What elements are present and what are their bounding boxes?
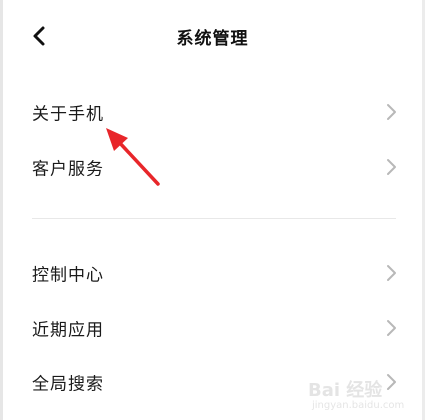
chevron-right-icon bbox=[387, 104, 396, 120]
menu-item-recent-apps[interactable]: 近期应用 bbox=[0, 301, 425, 355]
chevron-right-icon bbox=[387, 265, 396, 281]
menu-item-label: 客户服务 bbox=[32, 159, 104, 180]
chevron-right-icon bbox=[387, 320, 396, 336]
header-bar: 系统管理 bbox=[0, 0, 425, 72]
system-management-screen: 系统管理 关于手机 客户服务 控制中心 近期应用 全局搜索 Bai 经验 jin… bbox=[0, 0, 425, 420]
menu-item-customer-service[interactable]: 客户服务 bbox=[0, 140, 425, 194]
menu-item-label: 近期应用 bbox=[32, 320, 104, 341]
section-divider bbox=[32, 218, 396, 219]
menu-item-label: 控制中心 bbox=[32, 265, 104, 286]
chevron-right-icon bbox=[387, 159, 396, 175]
chevron-right-icon bbox=[387, 374, 396, 390]
menu-item-control-center[interactable]: 控制中心 bbox=[0, 246, 425, 300]
menu-item-about-phone[interactable]: 关于手机 bbox=[0, 85, 425, 139]
menu-item-label: 全局搜索 bbox=[32, 374, 104, 395]
menu-item-label: 关于手机 bbox=[32, 104, 104, 125]
page-title: 系统管理 bbox=[176, 29, 249, 49]
menu-item-global-search[interactable]: 全局搜索 bbox=[0, 355, 425, 409]
